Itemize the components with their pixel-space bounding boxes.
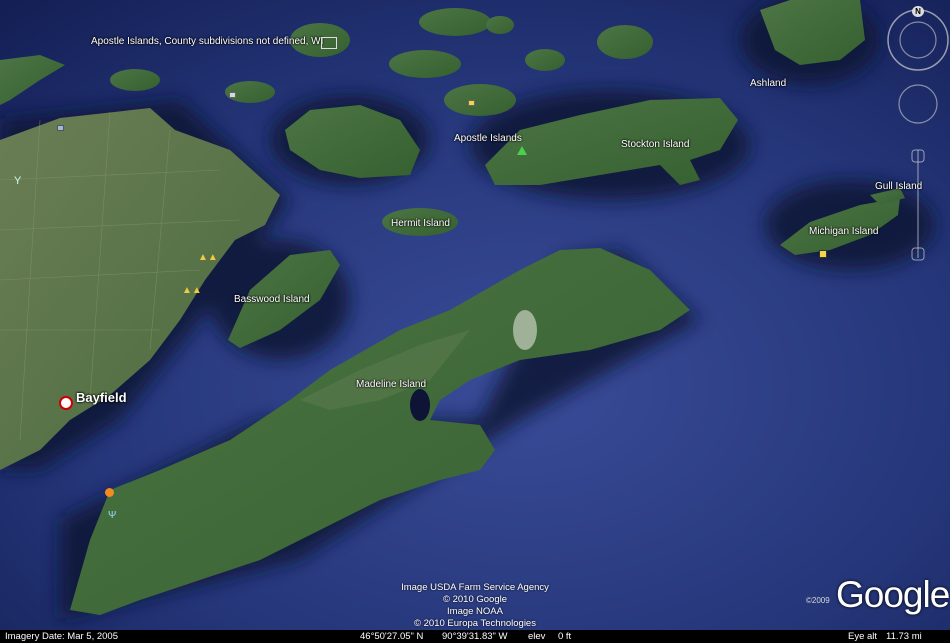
poi-icon[interactable] [229, 92, 236, 98]
bar-icon[interactable]: Y [14, 175, 21, 187]
move-joystick[interactable] [899, 85, 937, 123]
lighthouse-icon[interactable] [468, 100, 475, 106]
label-madeline-island[interactable]: Madeline Island [356, 379, 426, 390]
zoom-in-button[interactable] [912, 150, 924, 162]
campground-icon[interactable]: ▲▲ [198, 252, 218, 263]
label-hermit-island[interactable]: Hermit Island [391, 218, 450, 229]
label-stockton-island[interactable]: Stockton Island [621, 139, 689, 150]
label-bayfield[interactable]: Bayfield [76, 390, 127, 405]
zoom-slider[interactable] [916, 165, 920, 245]
label-apostle-islands[interactable]: Apostle Islands [454, 133, 522, 144]
top-notice-label: Apostle Islands, County subdivisions not… [91, 36, 324, 47]
longitude-readout: 90°39'31.83" W [442, 631, 508, 642]
credit-line: © 2010 Google [442, 594, 508, 605]
look-joystick[interactable] [886, 10, 950, 74]
poi-icon[interactable] [57, 125, 64, 131]
map-view[interactable]: Apostle Islands, County subdivisions not… [0, 0, 950, 643]
status-bar: Imagery Date: Mar 5, 2005 46°50'27.05" N… [0, 630, 950, 643]
logo-year: ©2009 [806, 596, 830, 605]
credit-line: Image NOAA [447, 606, 503, 617]
town-marker-icon[interactable] [59, 396, 73, 410]
credit-line: © 2010 Europa Technologies [414, 618, 536, 629]
lighthouse-icon[interactable] [819, 250, 827, 258]
imagery-credits: Image USDA Farm Service Agency © 2010 Go… [340, 582, 610, 630]
imagery-date: Imagery Date: Mar 5, 2005 [5, 631, 118, 642]
satellite-imagery [0, 0, 950, 643]
latitude-readout: 46°50'27.05" N [360, 631, 424, 642]
campground-icon[interactable]: ▲▲ [182, 285, 202, 296]
label-ashland[interactable]: Ashland [750, 78, 786, 89]
label-basswood-island[interactable]: Basswood Island [234, 294, 310, 305]
region-box-icon[interactable] [321, 37, 337, 49]
google-logo: Google [836, 574, 950, 615]
label-michigan-island[interactable]: Michigan Island [809, 226, 878, 237]
park-tree-icon[interactable] [517, 146, 527, 155]
eye-altitude-label: Eye alt [848, 631, 878, 642]
poi-icon[interactable] [105, 488, 114, 497]
elevation-value: 0 ft [558, 631, 572, 642]
credit-line: Image USDA Farm Service Agency [401, 582, 549, 593]
elevation-label: elev [528, 631, 546, 642]
restaurant-icon[interactable]: Ψ [108, 510, 116, 521]
eye-altitude-value: 11.73 mi [886, 631, 922, 642]
zoom-out-button[interactable] [912, 248, 924, 260]
